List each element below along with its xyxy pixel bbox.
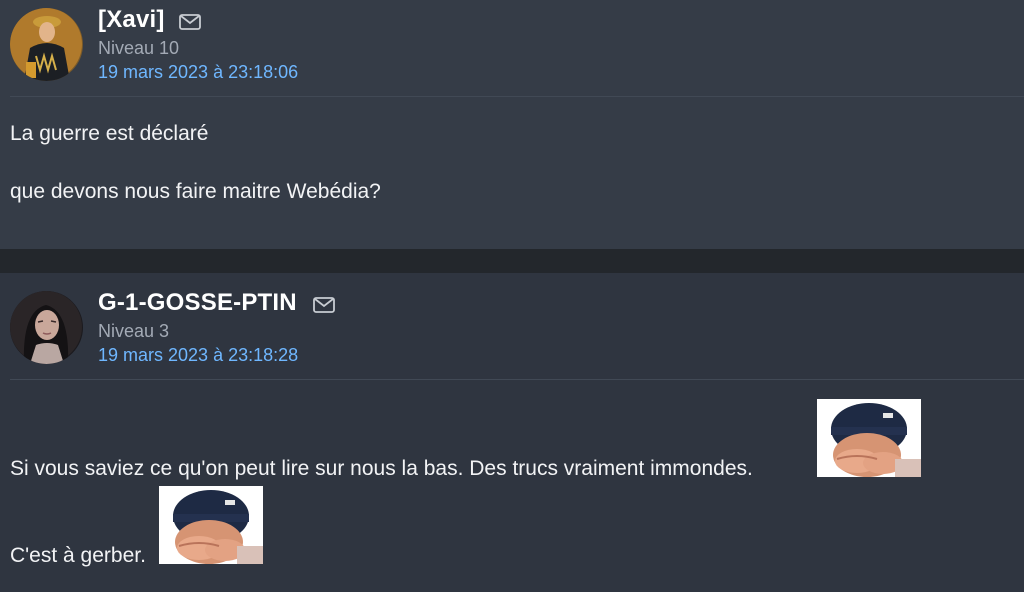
header-divider [10, 96, 1024, 97]
facepalm-beanie-sticker [817, 399, 921, 477]
message-line: que devons nous faire maitre Webédia? [10, 180, 381, 203]
message-line: La guerre est déclaré [10, 122, 209, 145]
forum-post-1: [Xavi] Niveau 10 19 mars 2023 à 23:18:06… [0, 0, 1024, 249]
author-level: Niveau 3 [98, 321, 170, 341]
author-level: Niveau 10 [98, 38, 180, 58]
envelope-icon[interactable] [179, 14, 201, 30]
author-name[interactable]: G-1-GOSSE-PTIN [98, 289, 297, 317]
post-date-link[interactable]: 19 mars 2023 à 23:18:28 [98, 345, 298, 366]
message-line: C'est à gerber. [10, 544, 146, 567]
post-separator [0, 249, 1024, 273]
envelope-icon[interactable] [313, 297, 335, 313]
post-date-link[interactable]: 19 mars 2023 à 23:18:06 [98, 62, 298, 83]
message-line: Si vous saviez ce qu'on peut lire sur no… [10, 457, 753, 480]
facepalm-beanie-sticker [159, 486, 263, 564]
forum-post-2: G-1-GOSSE-PTIN Niveau 3 19 mars 2023 à 2… [0, 273, 1024, 592]
author-name[interactable]: [Xavi] [98, 6, 165, 34]
header-divider [10, 379, 1024, 380]
avatar[interactable] [10, 8, 83, 81]
avatar[interactable] [10, 291, 83, 364]
